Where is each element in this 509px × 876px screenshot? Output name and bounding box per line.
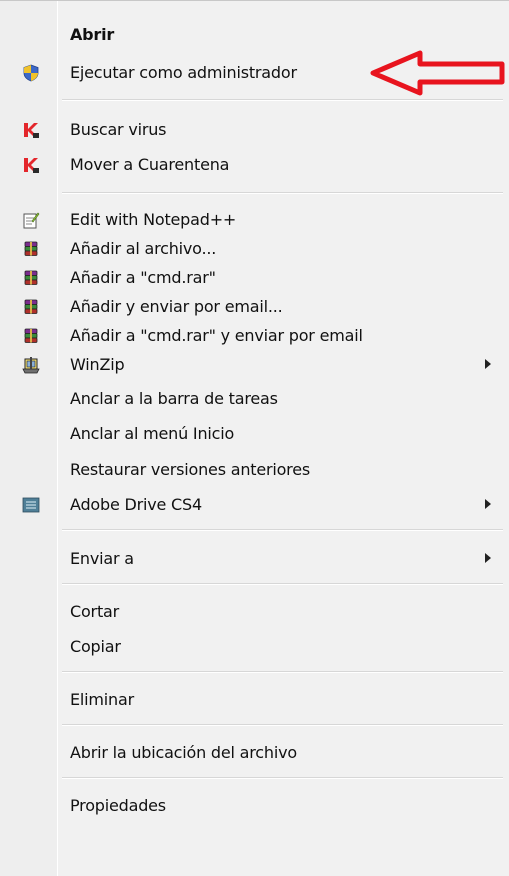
submenu-arrow-icon: [485, 553, 491, 563]
submenu-arrow-icon: [485, 359, 491, 369]
menu-item-label: Restaurar versiones anteriores: [70, 459, 310, 479]
winrar-icon: [24, 270, 38, 285]
annotation-arrow-icon: [370, 50, 505, 96]
menu-item-label: Propiedades: [70, 795, 166, 815]
menu-item-buscar-virus[interactable]: Buscar virus: [0, 112, 509, 146]
menu-separator: [62, 583, 503, 584]
menu-item-label: Adobe Drive CS4: [70, 494, 202, 514]
winrar-icon: [24, 299, 38, 314]
menu-item-label: Anclar al menú Inicio: [70, 423, 235, 443]
menu-item-label: Buscar virus: [70, 119, 167, 139]
kaspersky-icon: [24, 158, 39, 173]
kaspersky-icon: [24, 123, 39, 138]
menu-item-label: Ejecutar como administrador: [70, 62, 297, 82]
menu-separator: [62, 99, 503, 100]
adobe-drive-icon: [22, 497, 40, 513]
menu-item-label: Edit with Notepad++: [70, 209, 237, 229]
menu-item-cortar[interactable]: Cortar: [0, 594, 509, 628]
menu-item-label: Mover a Cuarentena: [70, 154, 230, 174]
menu-item-label: Añadir al archivo...: [70, 238, 217, 258]
menu-item-label: Abrir la ubicación del archivo: [70, 742, 297, 762]
menu-item-label: Añadir y enviar por email...: [70, 296, 283, 316]
menu-item-anclar-barra-tareas[interactable]: Anclar a la barra de tareas: [0, 381, 509, 415]
menu-item-label: WinZip: [70, 354, 125, 374]
menu-separator: [62, 777, 503, 778]
winzip-icon: [22, 357, 40, 374]
menu-separator: [62, 671, 503, 672]
winrar-icon: [24, 328, 38, 343]
shield-icon: [23, 64, 39, 82]
menu-item-eliminar[interactable]: Eliminar: [0, 682, 509, 716]
winrar-icon: [24, 241, 38, 256]
menu-item-label: Anclar a la barra de tareas: [70, 388, 278, 408]
menu-item-label: Cortar: [70, 601, 119, 621]
menu-item-propiedades[interactable]: Propiedades: [0, 788, 509, 822]
menu-item-label: Enviar a: [70, 548, 134, 568]
menu-item-label: Eliminar: [70, 689, 134, 709]
menu-separator: [62, 529, 503, 530]
menu-item-label: Copiar: [70, 636, 121, 656]
menu-separator: [62, 192, 503, 193]
menu-item-label: Abrir: [70, 24, 115, 44]
menu-item-adobe-drive-cs4[interactable]: Adobe Drive CS4: [0, 487, 509, 521]
menu-item-enviar-a[interactable]: Enviar a: [0, 541, 509, 575]
notepad-icon: [23, 212, 40, 229]
submenu-arrow-icon: [485, 499, 491, 509]
menu-item-label: Añadir a "cmd.rar" y enviar por email: [70, 325, 363, 345]
context-menu: Abrir Ejecutar como administrador Buscar…: [0, 0, 509, 876]
menu-item-abrir[interactable]: Abrir: [0, 17, 509, 51]
menu-item-winzip[interactable]: WinZip: [0, 347, 509, 381]
menu-item-restaurar-versiones[interactable]: Restaurar versiones anteriores: [0, 452, 509, 486]
menu-item-copiar[interactable]: Copiar: [0, 629, 509, 663]
menu-item-anclar-menu-inicio[interactable]: Anclar al menú Inicio: [0, 416, 509, 450]
menu-item-abrir-ubicacion[interactable]: Abrir la ubicación del archivo: [0, 735, 509, 769]
menu-separator: [62, 724, 503, 725]
menu-item-mover-a-cuarentena[interactable]: Mover a Cuarentena: [0, 147, 509, 181]
menu-item-label: Añadir a "cmd.rar": [70, 267, 216, 287]
